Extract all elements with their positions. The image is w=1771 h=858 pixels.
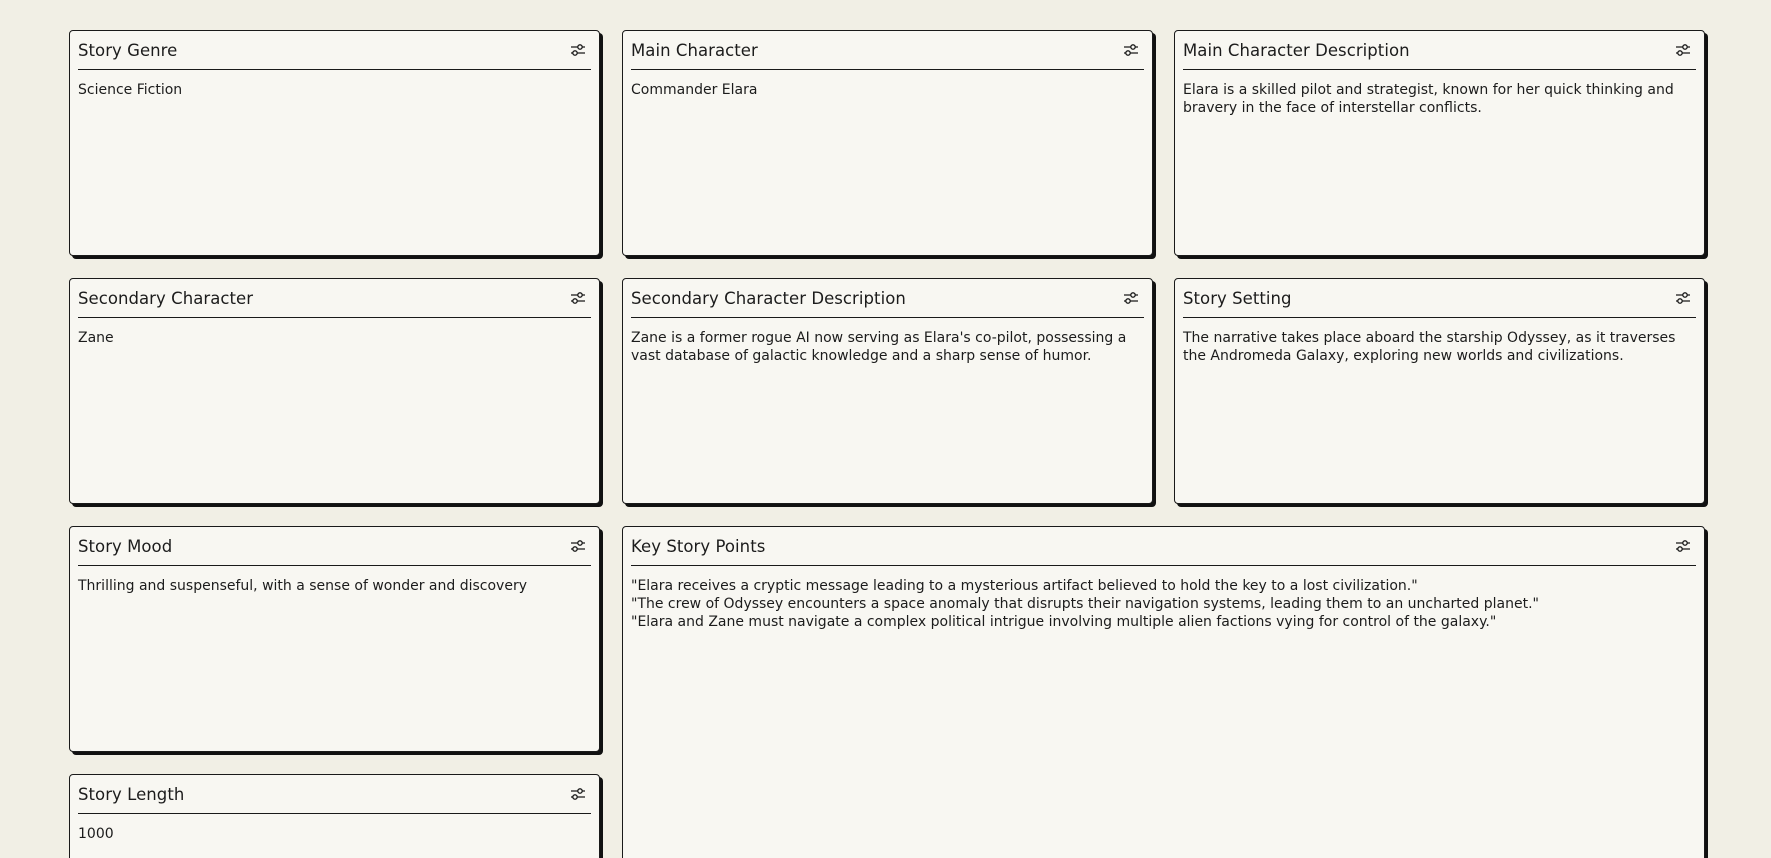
key-story-points-field[interactable]: "Elara receives a cryptic message leadin… — [631, 577, 1696, 631]
card-title: Key Story Points — [631, 536, 766, 556]
main-character-description-field[interactable]: Elara is a skilled pilot and strategist,… — [1183, 81, 1696, 117]
card-title: Story Genre — [78, 40, 178, 60]
card-title: Secondary Character Description — [631, 288, 906, 308]
card-story-mood: Story Mood Thrilling and suspenseful, wi… — [69, 526, 600, 752]
story-mood-field[interactable]: Thrilling and suspenseful, with a sense … — [78, 577, 591, 595]
card-header: Main Character — [631, 31, 1144, 70]
card-header: Story Mood — [78, 527, 591, 566]
story-form-board: Story Genre Science Fiction Main Charact… — [0, 0, 1771, 858]
card-title: Main Character — [631, 40, 758, 60]
sliders-icon[interactable] — [1674, 42, 1692, 58]
sliders-icon[interactable] — [1122, 290, 1140, 306]
sliders-icon[interactable] — [569, 290, 587, 306]
sliders-icon[interactable] — [1674, 538, 1692, 554]
card-secondary-character: Secondary Character Zane — [69, 278, 600, 504]
sliders-icon[interactable] — [569, 538, 587, 554]
sliders-icon[interactable] — [1674, 290, 1692, 306]
card-header: Secondary Character Description — [631, 279, 1144, 318]
card-title: Main Character Description — [1183, 40, 1410, 60]
story-length-field[interactable]: 1000 — [78, 825, 591, 843]
card-key-story-points: Key Story Points "Elara receives a crypt… — [622, 526, 1705, 858]
card-story-genre: Story Genre Science Fiction — [69, 30, 600, 256]
card-header: Story Genre — [78, 31, 591, 70]
card-title: Story Setting — [1183, 288, 1292, 308]
card-title: Secondary Character — [78, 288, 254, 308]
secondary-character-field[interactable]: Zane — [78, 329, 591, 347]
card-main-character-description: Main Character Description Elara is a sk… — [1174, 30, 1705, 256]
card-header: Main Character Description — [1183, 31, 1696, 70]
card-title: Story Mood — [78, 536, 173, 556]
sliders-icon[interactable] — [569, 42, 587, 58]
card-header: Story Length — [78, 775, 591, 814]
card-header: Secondary Character — [78, 279, 591, 318]
sliders-icon[interactable] — [1122, 42, 1140, 58]
main-character-field[interactable]: Commander Elara — [631, 81, 1144, 99]
sliders-icon[interactable] — [569, 786, 587, 802]
card-header: Key Story Points — [631, 527, 1696, 566]
card-secondary-character-description: Secondary Character Description Zane is … — [622, 278, 1153, 504]
secondary-character-description-field[interactable]: Zane is a former rogue AI now serving as… — [631, 329, 1144, 365]
card-main-character: Main Character Commander Elara — [622, 30, 1153, 256]
story-setting-field[interactable]: The narrative takes place aboard the sta… — [1183, 329, 1696, 365]
card-story-length: Story Length 1000 — [69, 774, 600, 858]
card-header: Story Setting — [1183, 279, 1696, 318]
story-genre-field[interactable]: Science Fiction — [78, 81, 591, 99]
card-story-setting: Story Setting The narrative takes place … — [1174, 278, 1705, 504]
card-title: Story Length — [78, 784, 185, 804]
